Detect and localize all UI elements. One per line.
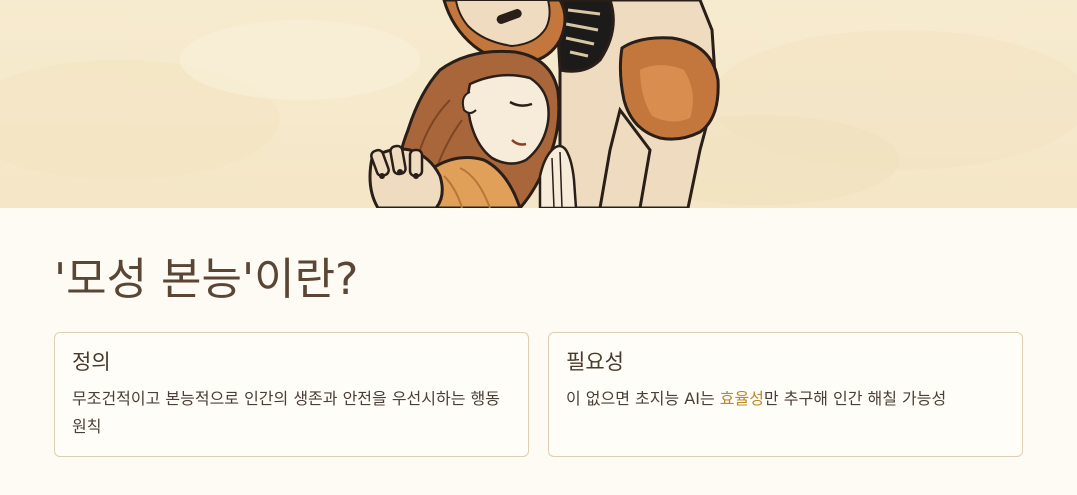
card-title: 정의	[72, 350, 111, 374]
robot-embracing-woman-illustration	[0, 0, 1077, 208]
page-title: '모성 본능'이란?	[54, 254, 359, 305]
card-title: 필요성	[566, 350, 624, 374]
hero-banner	[0, 0, 1077, 208]
card-body: 무조건적이고 본능적으로 인간의 생존과 안전을 우선시하는 행동 원칙	[72, 389, 500, 436]
card-body-text: 이 없으면 초지능 AI는	[566, 389, 720, 408]
definition-card: 정의 무조건적이고 본능적으로 인간의 생존과 안전을 우선시하는 행동 원칙	[54, 332, 529, 457]
card-body: 이 없으면 초지능 AI는 효율성만 추구해 인간 해칠 가능성	[566, 385, 1006, 413]
necessity-card: 필요성 이 없으면 초지능 AI는 효율성만 추구해 인간 해칠 가능성	[548, 332, 1023, 457]
card-body-text: 만 추구해 인간 해칠 가능성	[763, 389, 947, 408]
content-area: '모성 본능'이란? 정의 무조건적이고 본능적으로 인간의 생존과 안전을 우…	[0, 208, 1077, 495]
highlight-text: 효율성	[719, 389, 764, 408]
